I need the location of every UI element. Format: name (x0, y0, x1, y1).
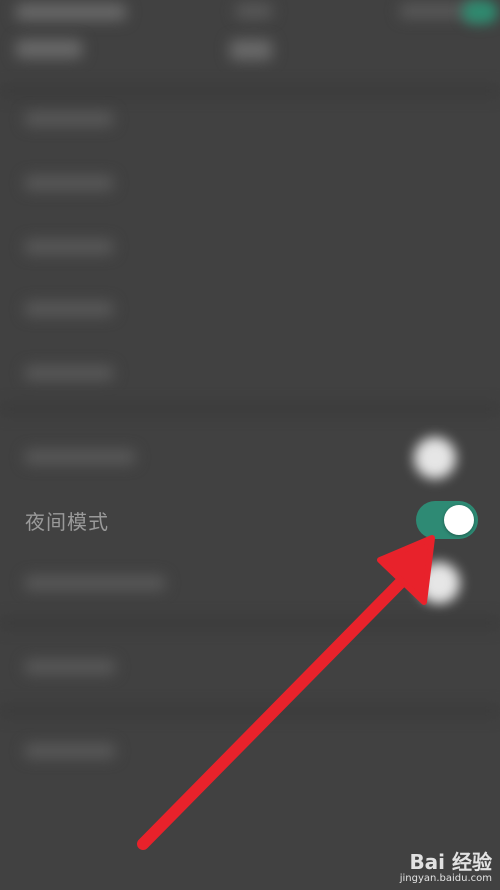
blurred-header-text (16, 40, 82, 58)
blurred-toggle (414, 437, 456, 479)
blurred-header-text (16, 4, 126, 20)
blurred-status-indicator (462, 0, 498, 24)
divider (0, 404, 500, 414)
divider (0, 618, 500, 628)
blurred-list-item (25, 660, 115, 674)
blurred-toggle (418, 562, 460, 604)
blurred-header-text (230, 40, 272, 60)
blurred-list-item (25, 576, 165, 590)
blurred-list-item (25, 450, 135, 464)
night-mode-row[interactable]: 夜间模式 (0, 488, 500, 552)
blurred-list-item (25, 366, 113, 380)
toggle-knob (444, 505, 474, 535)
watermark-url: jingyan.baidu.com (399, 873, 492, 884)
blurred-list-item (25, 112, 113, 126)
night-mode-toggle[interactable] (416, 501, 478, 539)
watermark: Bai 经验 jingyan.baidu.com (400, 846, 492, 884)
blurred-list-item (25, 240, 113, 254)
blurred-header-text (236, 4, 272, 18)
divider (0, 706, 500, 716)
blurred-list-item (25, 176, 113, 190)
night-mode-label: 夜间模式 (25, 510, 109, 534)
blurred-list-item (25, 302, 113, 316)
watermark-logo: Bai 经验 (409, 850, 492, 874)
blurred-list-item (25, 744, 115, 758)
divider (0, 86, 500, 96)
